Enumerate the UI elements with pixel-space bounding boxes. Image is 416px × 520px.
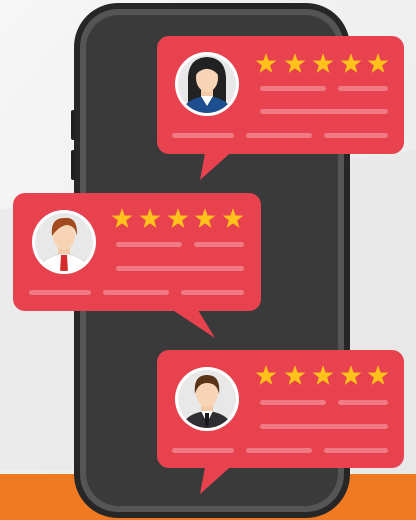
phone-side-button <box>71 150 75 180</box>
illustration <box>0 0 416 520</box>
avatar <box>175 367 239 431</box>
avatar <box>175 52 239 116</box>
phone-side-button <box>71 110 75 140</box>
